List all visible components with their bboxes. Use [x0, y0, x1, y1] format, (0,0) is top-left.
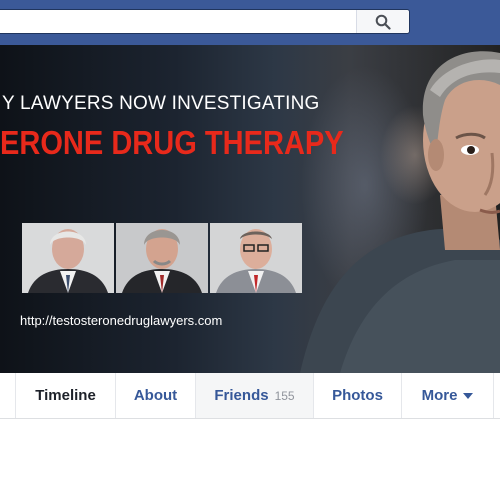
tab-timeline[interactable]: Timeline [15, 373, 115, 418]
top-nav-bar [0, 0, 500, 46]
tab-more[interactable]: More [401, 373, 493, 418]
friends-count: 155 [274, 389, 295, 403]
cover-headline-line2: ERONE DRUG THERAPY [0, 124, 344, 161]
lawyer-photo [22, 223, 114, 293]
cover-headline-line1: Y LAWYERS NOW INVESTIGATING [2, 93, 320, 114]
profile-tabs: Timeline About Friends 155 Photos More [0, 373, 500, 419]
tab-about[interactable]: About [115, 373, 195, 418]
tab-photos[interactable]: Photos [313, 373, 401, 418]
chevron-down-icon [463, 393, 474, 400]
cover-website-url: http://testosteronedruglawyers.com [20, 313, 223, 328]
tab-label: About [133, 387, 178, 404]
lawyer-photos [22, 223, 302, 293]
tab-label: Timeline [35, 387, 96, 404]
search-box[interactable] [0, 9, 410, 34]
lawyer-photo [210, 223, 302, 293]
search-input[interactable] [3, 13, 367, 32]
tab-label: Friends [214, 387, 269, 404]
cover-photo[interactable]: Y LAWYERS NOW INVESTIGATING ERONE DRUG T… [0, 45, 500, 373]
tab-friends[interactable]: Friends 155 [195, 373, 313, 418]
tab-label: Photos [332, 387, 383, 404]
tab-label: More [421, 387, 458, 404]
tab-spacer [0, 373, 15, 418]
lawyer-photo [116, 223, 208, 293]
search-button[interactable] [356, 10, 409, 33]
tab-divider [493, 373, 500, 418]
